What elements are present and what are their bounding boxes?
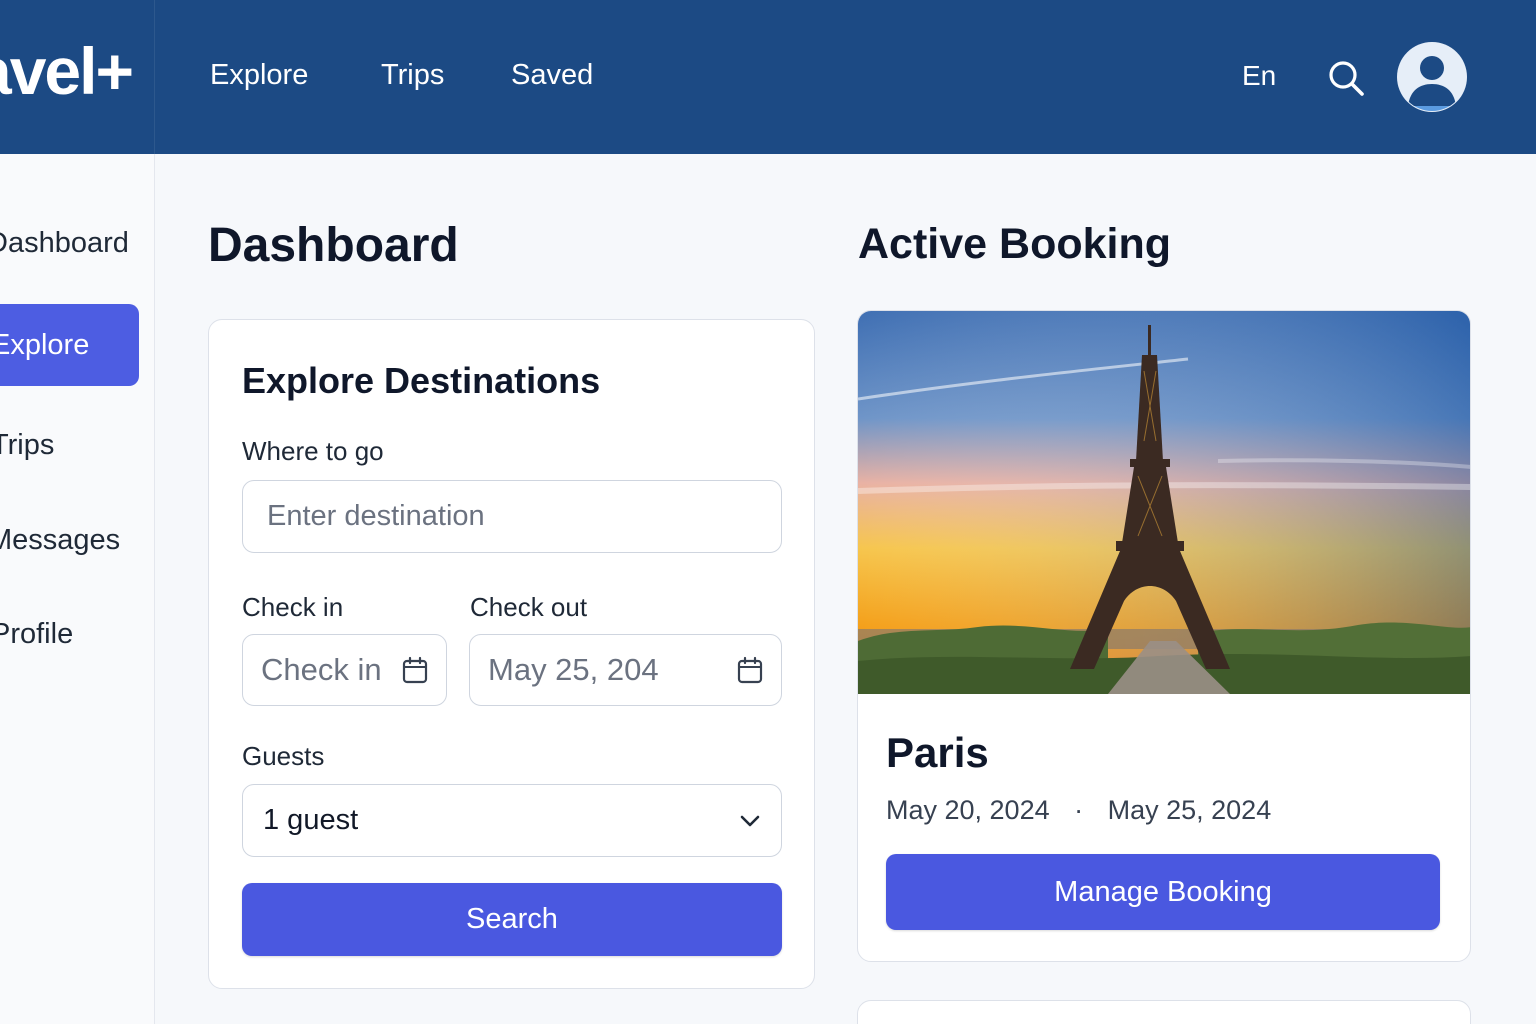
chevron-down-icon xyxy=(740,815,760,826)
destination-input[interactable] xyxy=(242,480,782,553)
search-icon[interactable] xyxy=(1326,58,1366,98)
checkin-date-field[interactable]: Check in xyxy=(242,634,447,706)
sidebar-item-trips[interactable]: Trips xyxy=(0,404,139,486)
sidebar-item-label: Trips xyxy=(0,428,55,461)
checkout-value: May 25, 204 xyxy=(488,652,659,687)
booking-dates: May 20, 2024 · May 25, 2024 xyxy=(886,795,1271,826)
page-title: Dashboard xyxy=(208,219,459,272)
sidebar-item-label: Profile xyxy=(0,617,74,650)
booking-end-date: May 25, 2024 xyxy=(1107,795,1272,825)
checkout-label: Check out xyxy=(470,592,588,622)
brand-logo[interactable]: avel+ xyxy=(0,38,134,104)
next-card xyxy=(857,1000,1471,1024)
sidebar: Dashboard Explore Trips Messages Profile xyxy=(0,154,155,1024)
calendar-icon xyxy=(402,656,428,684)
sidebar-item-dashboard[interactable]: Dashboard xyxy=(0,202,139,284)
eiffel-tower-sunset-photo xyxy=(858,311,1470,694)
user-avatar-icon[interactable] xyxy=(1396,40,1468,116)
checkin-label: Check in xyxy=(242,592,344,622)
sidebar-item-label: Explore xyxy=(0,328,90,361)
topnav-trips[interactable]: Trips xyxy=(381,58,444,93)
guests-value: 1 guest xyxy=(263,804,359,836)
guests-label: Guests xyxy=(242,741,325,771)
explore-destinations-card: Explore Destinations Where to go Check i… xyxy=(208,319,815,989)
date-separator: · xyxy=(1074,795,1084,825)
checkout-date-field[interactable]: May 25, 204 xyxy=(469,634,782,706)
guests-select[interactable]: 1 guest xyxy=(242,784,782,857)
top-bar: avel+ Explore Trips Saved En xyxy=(0,0,1536,154)
booking-city: Paris xyxy=(886,729,989,776)
booking-start-date: May 20, 2024 xyxy=(886,795,1050,825)
active-booking-card: Paris May 20, 2024 · May 25, 2024 Manage B… xyxy=(857,310,1471,962)
sidebar-item-explore[interactable]: Explore xyxy=(0,304,139,386)
sidebar-item-profile[interactable]: Profile xyxy=(0,593,139,675)
sidebar-item-messages[interactable]: Messages xyxy=(0,499,139,581)
brand-cell: avel+ xyxy=(0,0,155,154)
sidebar-item-label: Messages xyxy=(0,523,121,556)
search-button[interactable]: Search xyxy=(242,883,782,956)
topnav-explore[interactable]: Explore xyxy=(210,58,308,93)
calendar-icon xyxy=(737,656,763,684)
explore-card-title: Explore Destinations xyxy=(242,360,601,401)
manage-booking-button[interactable]: Manage Booking xyxy=(886,854,1440,930)
language-selector[interactable]: En xyxy=(1242,60,1276,92)
topnav-saved[interactable]: Saved xyxy=(511,58,593,93)
where-label: Where to go xyxy=(242,436,384,466)
active-booking-heading: Active Booking xyxy=(858,220,1171,268)
checkin-value: Check in xyxy=(261,652,382,687)
sidebar-item-label: Dashboard xyxy=(0,226,129,259)
